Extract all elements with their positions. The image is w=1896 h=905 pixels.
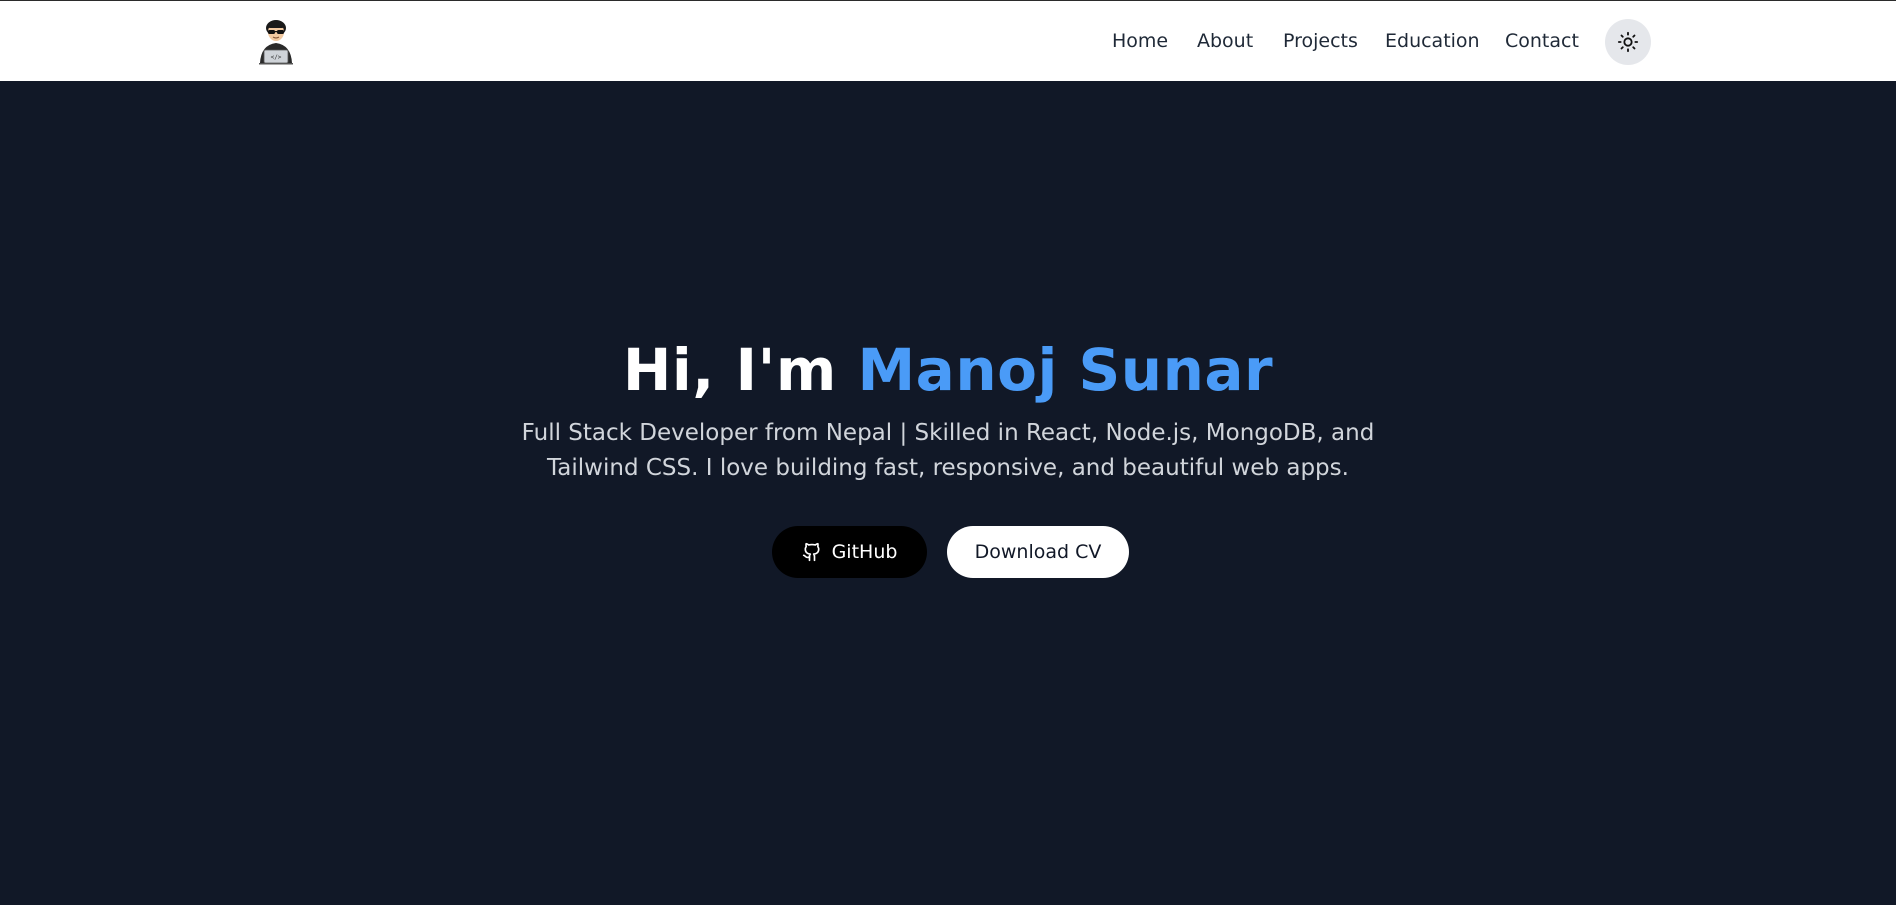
github-button-label: GitHub — [831, 541, 898, 563]
nav-link-home[interactable]: Home — [1112, 30, 1168, 52]
github-icon — [802, 542, 820, 562]
hero-greeting: Hi, I'm — [622, 336, 837, 404]
nav-link-contact[interactable]: Contact — [1505, 30, 1579, 52]
hero-description: Full Stack Developer from Nepal | Skille… — [0, 416, 1896, 486]
navbar: </> Home About Projects Education Contac… — [0, 1, 1896, 81]
nav-link-education[interactable]: Education — [1385, 30, 1480, 52]
github-button[interactable]: GitHub — [772, 526, 927, 578]
hero-name: Manoj Sunar — [857, 336, 1274, 404]
svg-text:</>: </> — [271, 54, 282, 61]
nav-link-projects[interactable]: Projects — [1283, 30, 1358, 52]
sun-icon — [1617, 31, 1639, 53]
theme-toggle-button[interactable] — [1605, 19, 1651, 65]
download-cv-label: Download CV — [974, 541, 1102, 563]
developer-avatar-icon[interactable]: </> — [255, 17, 297, 65]
hero-description-line-1: Full Stack Developer from Nepal | Skille… — [521, 420, 1375, 446]
download-cv-button[interactable]: Download CV — [947, 526, 1129, 578]
hero-section: Hi, I'm Manoj Sunar Full Stack Developer… — [0, 81, 1896, 905]
nav-link-about[interactable]: About — [1197, 30, 1253, 52]
hero-title: Hi, I'm Manoj Sunar — [0, 336, 1896, 404]
hero-description-line-2: Tailwind CSS. I love building fast, resp… — [547, 455, 1349, 481]
